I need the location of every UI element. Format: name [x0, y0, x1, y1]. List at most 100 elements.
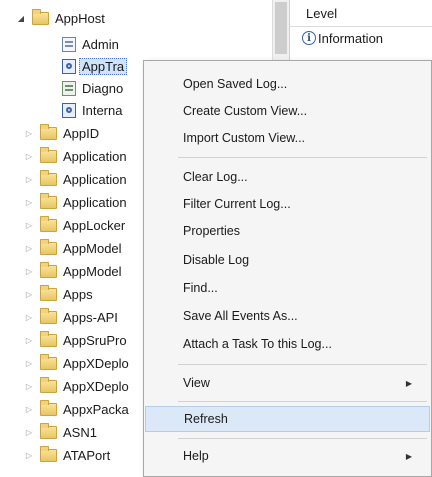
menu-item-label: Save All Events As... [183, 309, 298, 323]
expand-arrow-icon[interactable]: ▷ [24, 220, 34, 230]
folder-icon [40, 123, 57, 140]
tree-item-label: AppXDeplo [63, 355, 129, 371]
collapse-arrow-icon[interactable]: ◢ [16, 13, 26, 23]
tree-item-apps-api[interactable]: ▷ Apps-API [24, 307, 118, 327]
operational-log-icon [62, 102, 76, 118]
tree-item-label: AppXDeplo [63, 378, 129, 394]
submenu-arrow-icon: ▶ [405, 378, 412, 388]
menu-item-label: Import Custom View... [183, 131, 306, 145]
menu-separator [178, 364, 427, 365]
menu-item-label: Help [183, 449, 209, 463]
menu-item-save-all-events-as[interactable]: Save All Events As... [145, 303, 430, 329]
tree-item-appid[interactable]: ▷ AppID [24, 123, 99, 143]
tree-item-appxdeplo-2[interactable]: ▷ AppXDeplo [24, 376, 129, 396]
tree-item-appmodel-2[interactable]: ▷ AppModel [24, 261, 122, 281]
tree-item-appxdeplo-1[interactable]: ▷ AppXDeplo [24, 353, 129, 373]
menu-item-view[interactable]: View ▶ [145, 370, 430, 396]
tree-item-label: Application [63, 194, 127, 210]
menu-item-clear-log[interactable]: Clear Log... [145, 164, 430, 190]
expand-arrow-icon[interactable]: ▷ [24, 128, 34, 138]
tree-item-apptra[interactable]: AppTra [62, 56, 128, 76]
event-row[interactable]: i Information [290, 27, 432, 49]
tree-item-label: Application [63, 171, 127, 187]
expand-arrow-icon[interactable]: ▷ [24, 381, 34, 391]
menu-item-label: Disable Log [183, 253, 250, 267]
expand-arrow-icon[interactable]: ▷ [24, 335, 34, 345]
tree-item-label: Application [63, 148, 127, 164]
tree-item-ataport[interactable]: ▷ ATAPort [24, 445, 110, 465]
folder-icon [40, 284, 57, 301]
tree-item-apphost[interactable]: ◢ AppHost [16, 8, 105, 28]
expand-arrow-icon[interactable]: ▷ [24, 266, 34, 276]
tree-item-interna[interactable]: Interna [62, 100, 122, 120]
menu-item-label: Open Saved Log... [183, 77, 288, 91]
menu-item-help[interactable]: Help ▶ [145, 443, 430, 469]
tree-item-label: Admin [82, 36, 119, 52]
tree-item-label: AppModel [63, 240, 122, 256]
tree-item-label: Apps [63, 286, 93, 302]
tree-item-appxpacka[interactable]: ▷ AppxPacka [24, 399, 129, 419]
menu-item-label: Find... [183, 281, 218, 295]
expand-arrow-icon[interactable]: ▷ [24, 174, 34, 184]
tree-item-label: AppLocker [63, 217, 126, 233]
menu-item-import-custom-view[interactable]: Import Custom View... [145, 125, 430, 151]
expand-arrow-icon[interactable]: ▷ [24, 450, 34, 460]
tree-item-appsrupro[interactable]: ▷ AppSruPro [24, 330, 127, 350]
diagnostic-log-icon [62, 80, 76, 96]
folder-icon [40, 376, 57, 393]
tree-item-admin[interactable]: Admin [62, 34, 119, 54]
scrollbar-thumb[interactable] [275, 2, 287, 54]
tree-item-application-1[interactable]: ▷ Application [24, 146, 127, 166]
folder-icon [40, 192, 57, 209]
tree-item-appmodel-1[interactable]: ▷ AppModel [24, 238, 122, 258]
column-header-label: Level [306, 5, 338, 21]
tree-item-application-3[interactable]: ▷ Application [24, 192, 127, 212]
expand-arrow-icon[interactable]: ▷ [24, 404, 34, 414]
tree-item-label: Diagno [82, 80, 124, 96]
tree-item-asn1[interactable]: ▷ ASN1 [24, 422, 97, 442]
menu-item-create-custom-view[interactable]: Create Custom View... [145, 98, 430, 124]
tree-item-label: AppSruPro [63, 332, 127, 348]
expand-arrow-icon[interactable]: ▷ [24, 358, 34, 368]
tree-item-label: ATAPort [63, 447, 111, 463]
folder-icon [32, 8, 49, 25]
tree-item-applocker[interactable]: ▷ AppLocker [24, 215, 125, 235]
expand-arrow-icon[interactable]: ▷ [24, 289, 34, 299]
menu-item-refresh[interactable]: Refresh [145, 406, 430, 432]
menu-separator [178, 438, 427, 439]
expand-arrow-icon[interactable]: ▷ [24, 312, 34, 322]
tree-item-diagno[interactable]: Diagno [62, 78, 123, 98]
menu-item-find[interactable]: Find... [145, 275, 430, 301]
tree-item-label: AppTra [79, 57, 128, 75]
log-icon [62, 36, 76, 52]
information-icon: i [302, 31, 316, 45]
expand-arrow-icon[interactable]: ▷ [24, 197, 34, 207]
folder-icon [40, 422, 57, 439]
menu-item-attach-task[interactable]: Attach a Task To this Log... [145, 331, 430, 357]
menu-separator [178, 157, 427, 158]
folder-icon [40, 146, 57, 163]
menu-item-properties[interactable]: Properties [145, 218, 430, 244]
event-level-label: Information [318, 30, 384, 46]
menu-item-disable-log[interactable]: Disable Log [145, 247, 430, 273]
folder-icon [40, 238, 57, 255]
tree-item-apps[interactable]: ▷ Apps [24, 284, 93, 304]
menu-separator [178, 401, 427, 402]
tree-item-label: AppModel [63, 263, 122, 279]
menu-item-label: Refresh [184, 412, 228, 426]
menu-item-label: Attach a Task To this Log... [183, 337, 332, 351]
expand-arrow-icon[interactable]: ▷ [24, 243, 34, 253]
menu-item-open-saved-log[interactable]: Open Saved Log... [145, 71, 430, 97]
menu-item-label: Filter Current Log... [183, 197, 291, 211]
column-header-level[interactable]: Level [290, 0, 432, 27]
expand-arrow-icon[interactable]: ▷ [24, 151, 34, 161]
context-menu: Open Saved Log... Create Custom View... … [143, 60, 432, 477]
folder-icon [40, 330, 57, 347]
menu-item-label: Clear Log... [183, 170, 248, 184]
expand-arrow-icon[interactable]: ▷ [24, 427, 34, 437]
tree-item-application-2[interactable]: ▷ Application [24, 169, 127, 189]
tree-item-label: AppxPacka [63, 401, 129, 417]
folder-icon [40, 353, 57, 370]
menu-item-filter-current-log[interactable]: Filter Current Log... [145, 191, 430, 217]
folder-icon [40, 445, 57, 462]
